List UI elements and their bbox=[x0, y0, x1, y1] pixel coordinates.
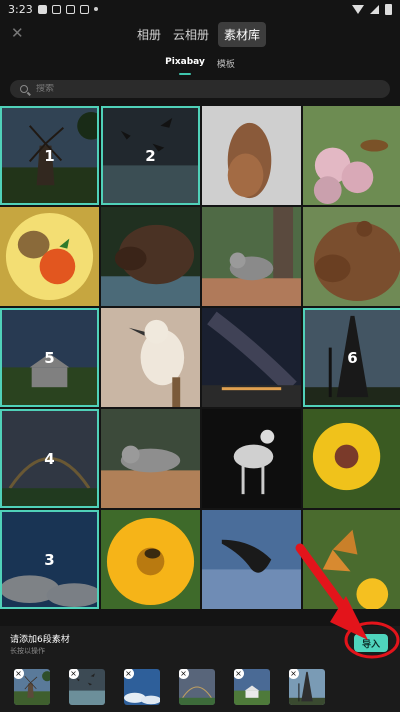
media-item-sky-clouds[interactable]: 3 bbox=[0, 510, 99, 609]
status-bar: 3:23 bbox=[0, 0, 400, 18]
sub-tabs: Pixabay 模板 bbox=[0, 57, 400, 75]
media-item-squirrel-climbing[interactable] bbox=[202, 106, 301, 205]
wifi-icon bbox=[352, 4, 364, 14]
media-item-fawn[interactable] bbox=[202, 409, 301, 508]
media-item-squirrel-tree[interactable] bbox=[202, 207, 301, 306]
media-thumbnail bbox=[202, 207, 301, 306]
media-thumbnail bbox=[101, 308, 200, 407]
shield-icon bbox=[79, 4, 89, 14]
tab-cloud-album[interactable]: 云相册 bbox=[170, 22, 212, 47]
media-item-house-field[interactable]: 5 bbox=[0, 308, 99, 407]
media-thumbnail bbox=[101, 207, 200, 306]
selected-thumb-house-field[interactable]: × bbox=[234, 669, 270, 705]
media-grid: 12 5 6 43 bbox=[0, 106, 400, 626]
media-thumbnail bbox=[0, 207, 99, 306]
selection-frame bbox=[0, 308, 99, 407]
selected-thumb-eiffel-tower[interactable]: × bbox=[289, 669, 325, 705]
top-bar: ✕ 相册 云相册 素材库 bbox=[0, 18, 400, 50]
media-item-milky-way[interactable] bbox=[202, 308, 301, 407]
media-item-fruit-plate[interactable] bbox=[0, 207, 99, 306]
media-item-brown-bear[interactable] bbox=[303, 207, 400, 306]
media-item-eiffel-tower[interactable]: 6 bbox=[303, 308, 400, 407]
media-item-yellow-daisy[interactable] bbox=[303, 409, 400, 508]
dot-icon bbox=[93, 7, 98, 11]
media-item-cormorant[interactable] bbox=[202, 510, 301, 609]
media-thumbnail bbox=[202, 510, 301, 609]
tab-material-library[interactable]: 素材库 bbox=[218, 22, 267, 47]
selection-frame bbox=[0, 510, 99, 609]
media-item-birds[interactable]: 2 bbox=[101, 106, 200, 205]
status-time: 3:23 bbox=[8, 2, 33, 16]
media-thumbnail bbox=[303, 207, 400, 306]
media-item-rainbow-field[interactable]: 4 bbox=[0, 409, 99, 508]
media-thumbnail bbox=[303, 409, 400, 508]
media-icon bbox=[65, 4, 75, 14]
search-bar[interactable] bbox=[10, 80, 390, 98]
media-thumbnail bbox=[202, 409, 301, 508]
media-item-bee-flower[interactable] bbox=[101, 510, 200, 609]
selection-hint: 请添加6段素材 bbox=[10, 635, 70, 645]
battery-icon bbox=[385, 3, 392, 15]
notification-icon bbox=[37, 4, 47, 14]
media-thumbnail bbox=[101, 409, 200, 508]
search-icon bbox=[20, 85, 28, 93]
selected-thumb-birds[interactable]: × bbox=[69, 669, 105, 705]
media-item-bee-on-flowers[interactable] bbox=[303, 106, 400, 205]
media-thumbnail bbox=[303, 106, 400, 205]
tab-album[interactable]: 相册 bbox=[134, 22, 164, 47]
selected-thumb-rainbow-field[interactable]: × bbox=[179, 669, 215, 705]
selected-thumbnails: × × × × × × bbox=[14, 669, 325, 705]
media-thumbnail bbox=[303, 510, 400, 609]
signal-icon bbox=[370, 4, 379, 14]
app-icon bbox=[51, 4, 61, 14]
media-item-kookaburra[interactable] bbox=[101, 308, 200, 407]
selection-frame bbox=[0, 106, 99, 205]
media-item-squirrel-fence[interactable] bbox=[101, 409, 200, 508]
selection-frame bbox=[0, 409, 99, 508]
search-input[interactable] bbox=[36, 84, 336, 94]
subtab-template[interactable]: 模板 bbox=[217, 57, 235, 75]
subtab-pixabay[interactable]: Pixabay bbox=[165, 57, 205, 75]
media-item-bear-water[interactable] bbox=[101, 207, 200, 306]
selected-thumb-windmill[interactable]: × bbox=[14, 669, 50, 705]
media-thumbnail bbox=[101, 510, 200, 609]
import-button[interactable]: 导入 bbox=[354, 634, 388, 652]
selection-frame bbox=[303, 308, 400, 407]
selection-frame bbox=[101, 106, 200, 205]
media-thumbnail bbox=[202, 106, 301, 205]
media-thumbnail bbox=[202, 308, 301, 407]
selection-panel: 请添加6段素材 长按以操作 导入 × × × × × × bbox=[0, 626, 400, 712]
source-tabs: 相册 云相册 素材库 bbox=[0, 22, 400, 47]
media-item-butterfly[interactable] bbox=[303, 510, 400, 609]
selected-thumb-sky-clouds[interactable]: × bbox=[124, 669, 160, 705]
media-item-windmill[interactable]: 1 bbox=[0, 106, 99, 205]
selection-sub-hint: 长按以操作 bbox=[10, 647, 45, 655]
